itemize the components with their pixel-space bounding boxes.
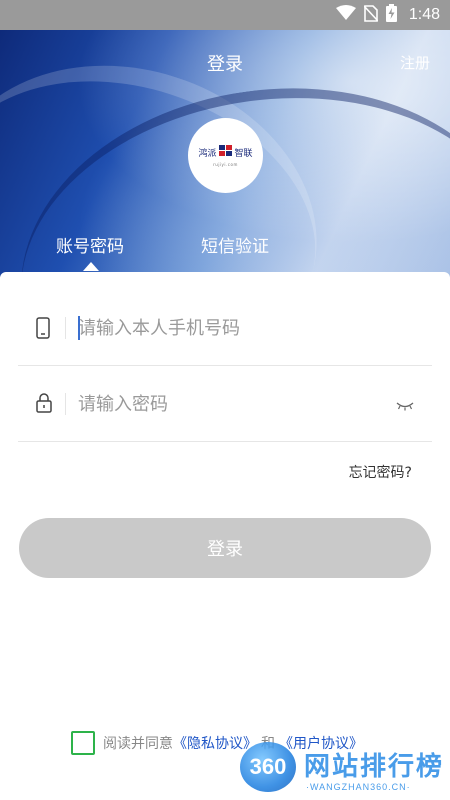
- text-cursor: [78, 316, 80, 340]
- app-logo: 鸿派 智联 rujiyi.com: [188, 118, 263, 193]
- phone-field-row: [18, 290, 432, 366]
- register-link[interactable]: 注册: [400, 52, 430, 73]
- status-time: 1:48: [408, 6, 440, 23]
- logo-subtitle: rujiyi.com: [213, 161, 238, 167]
- no-sim-icon: [363, 4, 379, 26]
- eye-closed-icon[interactable]: [396, 396, 414, 415]
- logo-wordmark: 鸿派 智联: [198, 144, 253, 160]
- forgot-password-link[interactable]: 忘记密码?: [349, 462, 412, 482]
- phone-icon: [36, 317, 50, 343]
- page-title: 登录: [207, 54, 243, 75]
- status-bar: 1:48: [0, 0, 450, 30]
- agreement-prefix: 阅读并同意: [103, 736, 173, 752]
- password-input[interactable]: [78, 386, 378, 422]
- active-tab-indicator: [83, 262, 99, 271]
- watermark: 360 网站排行榜 ·WANGZHAN360.CN·: [240, 742, 446, 798]
- battery-charging-icon: [385, 4, 397, 26]
- password-field-row: [18, 366, 432, 442]
- watermark-title: 网站排行榜: [304, 752, 445, 782]
- wifi-icon: [335, 5, 356, 25]
- login-button[interactable]: 登录: [19, 518, 431, 578]
- watermark-url: ·WANGZHAN360.CN·: [306, 782, 411, 792]
- logo-mark-icon: [218, 144, 233, 160]
- agreement-checkbox[interactable]: [71, 731, 95, 755]
- tab-sms-verification[interactable]: 短信验证: [201, 232, 269, 257]
- field-divider: [65, 393, 66, 415]
- status-icons: 1:48: [335, 4, 440, 26]
- tab-account-password[interactable]: 账号密码: [56, 232, 124, 257]
- watermark-badge: 360: [240, 742, 296, 792]
- field-divider: [65, 317, 66, 339]
- lock-icon: [36, 393, 52, 417]
- phone-input[interactable]: [78, 310, 378, 346]
